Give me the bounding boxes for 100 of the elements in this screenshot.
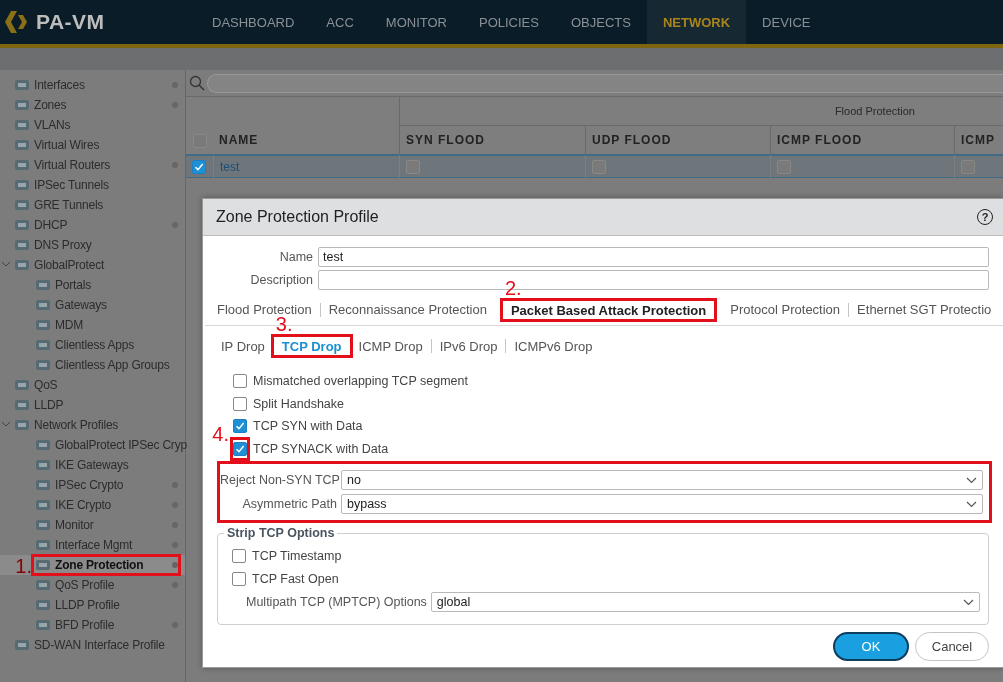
sidebar-item[interactable]: BFD Profile bbox=[0, 615, 185, 635]
checkbox[interactable] bbox=[233, 396, 247, 411]
sidebar-item[interactable]: IKE Crypto bbox=[0, 495, 185, 515]
checkbox[interactable] bbox=[961, 159, 975, 174]
sidebar-item[interactable]: QoS bbox=[0, 375, 185, 395]
sub-tab[interactable]: IP Drop bbox=[213, 334, 273, 358]
sidebar-item[interactable]: Virtual Routers bbox=[0, 155, 185, 175]
table-cell: test bbox=[213, 154, 399, 178]
sidebar-item[interactable]: VLANs bbox=[0, 115, 185, 135]
cancel-button[interactable]: Cancel bbox=[915, 632, 989, 661]
node-icon bbox=[35, 538, 51, 552]
node-icon bbox=[35, 478, 51, 492]
sidebar-item[interactable]: MDM bbox=[0, 315, 185, 335]
search-icon bbox=[189, 75, 205, 91]
chevron-down-icon[interactable] bbox=[1, 261, 11, 268]
group-title: Strip TCP Options bbox=[226, 526, 336, 540]
field-label: Description bbox=[249, 272, 313, 287]
column-group-header: Flood Protection bbox=[399, 97, 1003, 126]
sidebar-item[interactable]: LLDP bbox=[0, 395, 185, 415]
node-icon bbox=[35, 618, 51, 632]
dropdown[interactable]: bypass bbox=[341, 494, 983, 514]
node-icon bbox=[35, 358, 51, 372]
checkbox[interactable] bbox=[233, 374, 247, 389]
checkbox[interactable] bbox=[232, 571, 246, 586]
nav-tab[interactable]: MONITOR bbox=[369, 0, 463, 44]
sidebar-item[interactable]: Clientless App Groups bbox=[0, 355, 185, 375]
sidebar-item[interactable]: GlobalProtect bbox=[0, 255, 185, 275]
checkbox[interactable] bbox=[232, 548, 246, 563]
node-icon bbox=[14, 158, 30, 172]
node-icon bbox=[14, 118, 30, 132]
node-icon bbox=[35, 578, 51, 592]
node-icon bbox=[35, 458, 51, 472]
sub-tab[interactable]: TCP Drop bbox=[273, 335, 350, 358]
nav-tab[interactable]: ACC bbox=[310, 0, 370, 44]
tab[interactable]: Protocol Protection bbox=[722, 296, 849, 323]
sub-tab[interactable]: ICMP Drop bbox=[350, 334, 431, 358]
sidebar-item[interactable]: Gateways bbox=[0, 295, 185, 315]
chevron-down-icon bbox=[966, 500, 977, 508]
node-icon bbox=[35, 278, 51, 292]
sidebar-item[interactable]: Virtual Wires bbox=[0, 135, 185, 155]
dropdown[interactable]: no bbox=[341, 470, 983, 490]
node-icon bbox=[35, 338, 51, 352]
chevron-down-icon[interactable] bbox=[1, 421, 11, 428]
sub-tab[interactable]: IPv6 Drop bbox=[431, 334, 506, 358]
node-icon bbox=[14, 138, 30, 152]
node-icon bbox=[14, 218, 30, 232]
sidebar-item[interactable]: QoS Profile bbox=[0, 575, 185, 595]
sidebar-item[interactable]: SD-WAN Interface Profile bbox=[0, 635, 185, 655]
node-icon bbox=[14, 98, 30, 112]
nav-tab[interactable]: OBJECTS bbox=[554, 0, 647, 44]
sidebar-item[interactable]: Zones bbox=[0, 95, 185, 115]
field-label: Reject Non-SYN TCP bbox=[220, 473, 337, 487]
node-icon bbox=[14, 378, 30, 392]
tab[interactable]: Reconnaissance Protection bbox=[320, 296, 495, 323]
field-label: Name bbox=[278, 249, 313, 264]
sidebar-item[interactable]: DHCP bbox=[0, 215, 185, 235]
sidebar-item[interactable]: LLDP Profile bbox=[0, 595, 185, 615]
input-field[interactable]: test bbox=[318, 246, 989, 267]
annotation-number: 1. bbox=[15, 556, 32, 576]
sidebar-item[interactable]: GlobalProtect IPSec Cryp bbox=[0, 435, 195, 455]
sidebar-item[interactable]: IPSec Tunnels bbox=[0, 175, 185, 195]
sidebar-item[interactable]: Portals bbox=[0, 275, 185, 295]
checkbox[interactable] bbox=[406, 159, 420, 174]
logo-icon bbox=[4, 10, 30, 34]
dialog-title: Zone Protection Profile bbox=[216, 208, 379, 226]
sidebar-item[interactable]: Network Profiles bbox=[0, 415, 185, 435]
chevron-down-icon bbox=[966, 476, 977, 484]
search-field[interactable] bbox=[207, 73, 1003, 93]
row-checkbox[interactable] bbox=[192, 159, 206, 174]
ok-button[interactable]: OK bbox=[833, 632, 909, 661]
annotation-number: 4. bbox=[212, 423, 229, 444]
sidebar-item[interactable]: Clientless Apps bbox=[0, 335, 185, 355]
tab[interactable]: Packet Based Attack Protection bbox=[502, 296, 715, 324]
sidebar-item[interactable]: 1. Zone Protection bbox=[0, 555, 185, 575]
annotation-number: 2. bbox=[504, 277, 522, 298]
sidebar-item[interactable]: Monitor bbox=[0, 515, 185, 535]
sub-tab[interactable]: ICMPv6 Drop bbox=[506, 334, 601, 358]
sidebar-item[interactable]: IKE Gateways bbox=[0, 455, 185, 475]
nav-tab[interactable]: NETWORK bbox=[646, 0, 747, 44]
tab[interactable]: Ethernet SGT Protectio bbox=[849, 296, 1000, 323]
checkbox-label: TCP SYNACK with Data bbox=[253, 441, 389, 456]
node-icon bbox=[14, 198, 30, 212]
column-header: NAME bbox=[218, 132, 260, 149]
node-icon bbox=[35, 298, 51, 312]
node-icon bbox=[35, 558, 51, 572]
checkbox[interactable] bbox=[592, 159, 606, 174]
node-icon bbox=[35, 598, 51, 612]
sidebar-item[interactable]: Interfaces bbox=[0, 75, 185, 95]
nav-tab[interactable]: POLICIES bbox=[462, 0, 555, 44]
checkbox[interactable] bbox=[777, 159, 791, 174]
sidebar-item[interactable]: Interface Mgmt bbox=[0, 535, 185, 555]
nav-tab[interactable]: DEVICE bbox=[746, 0, 827, 44]
nav-tab[interactable]: DASHBOARD bbox=[196, 0, 311, 44]
node-icon bbox=[35, 518, 51, 532]
dropdown[interactable]: global bbox=[430, 592, 980, 612]
node-icon bbox=[14, 178, 30, 192]
sidebar-item[interactable]: DNS Proxy bbox=[0, 235, 185, 255]
sidebar-item[interactable]: GRE Tunnels bbox=[0, 195, 185, 215]
checkbox[interactable] bbox=[233, 419, 247, 434]
sidebar-item[interactable]: IPSec Crypto bbox=[0, 475, 185, 495]
